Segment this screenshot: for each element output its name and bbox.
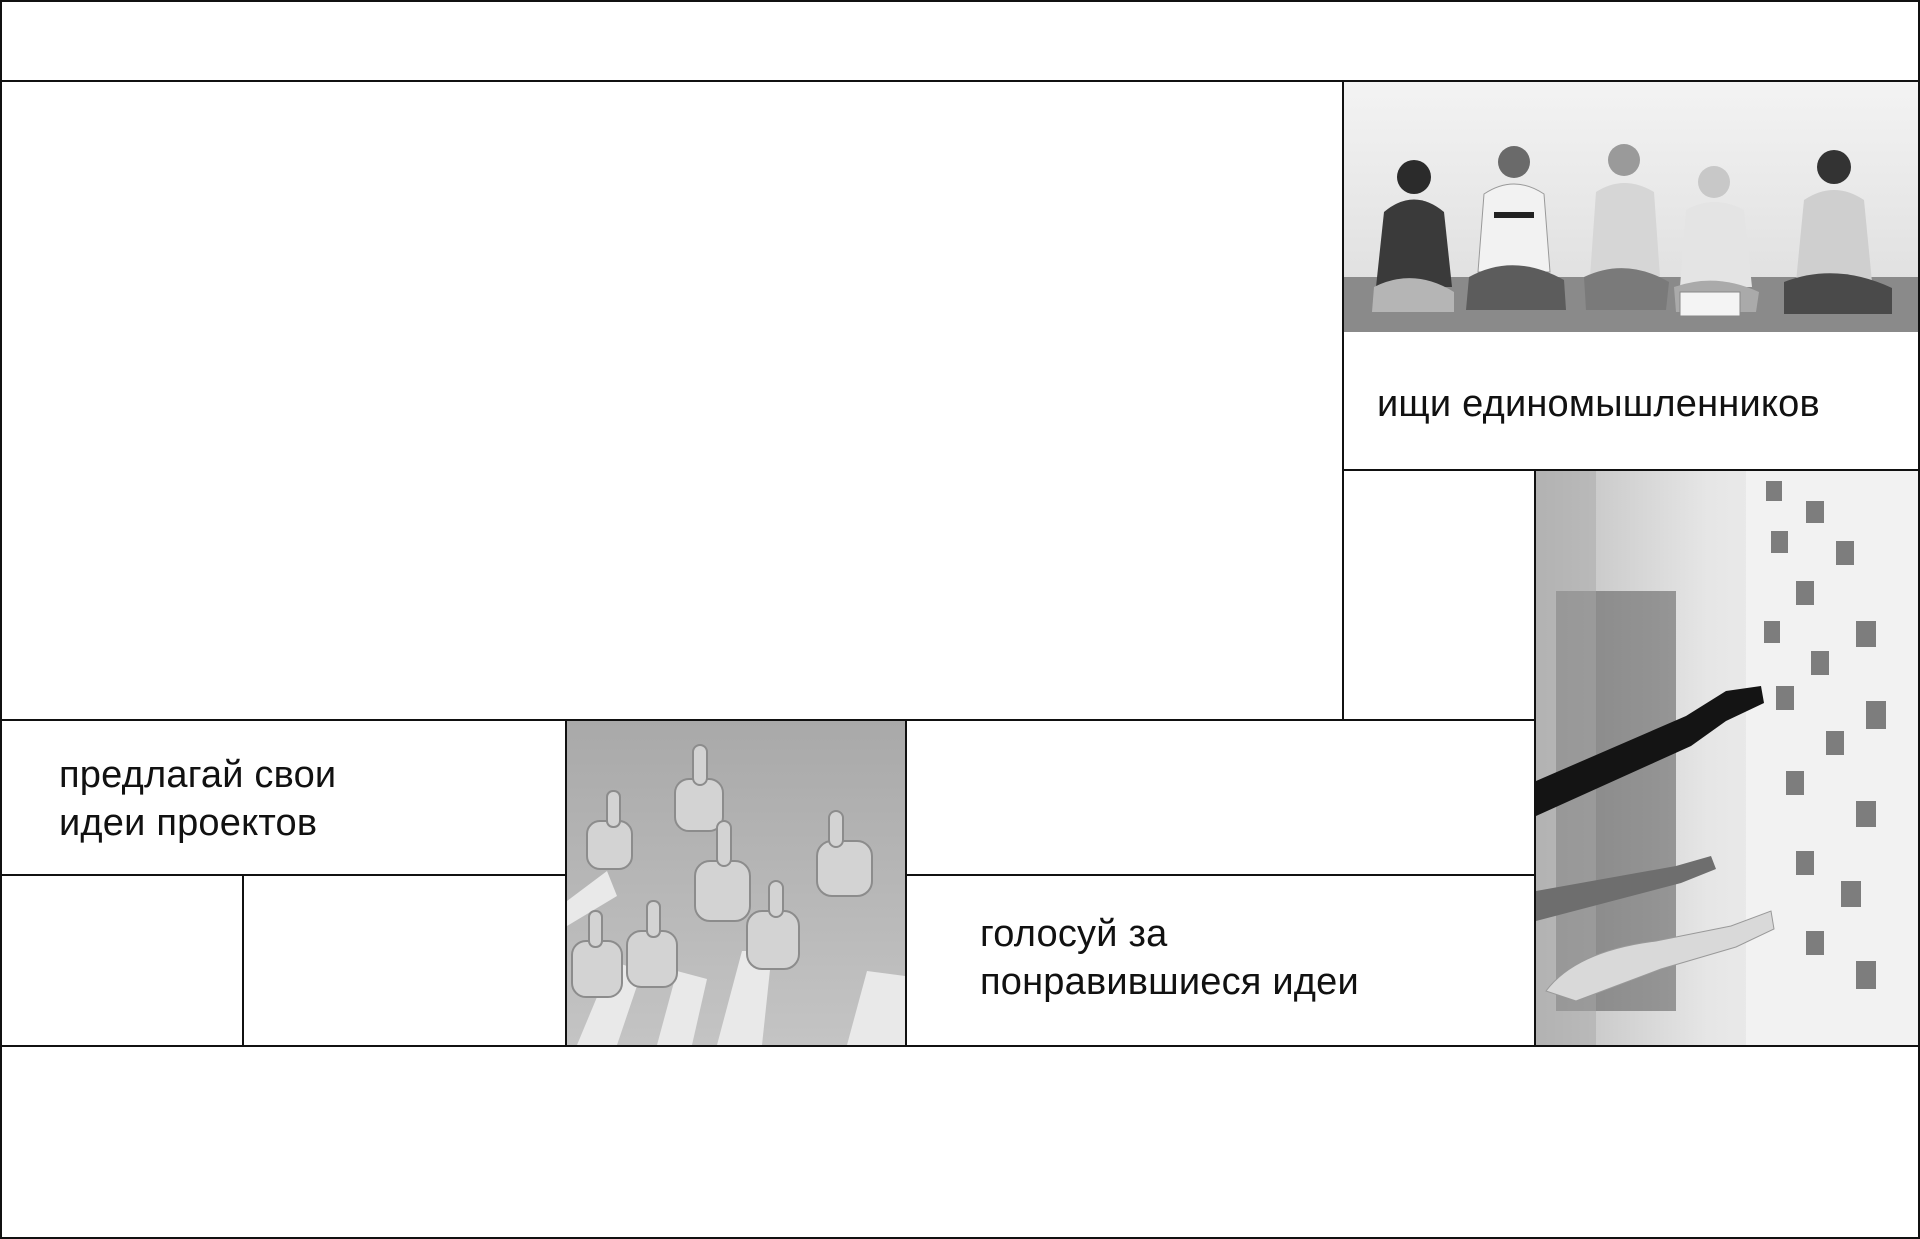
divider-small-cell (242, 874, 244, 1046)
divider-vote-top (905, 874, 1536, 876)
divider-propose-bottom (0, 874, 566, 876)
vote-ideas-label-line1: голосуй за (980, 913, 1168, 955)
group-photo (1344, 82, 1918, 332)
thumbs-up-photo (567, 721, 905, 1045)
frame-top-line (0, 0, 1920, 2)
vote-ideas-label-line2: понравившиеся идеи (980, 961, 1359, 1003)
divider-footer (0, 1045, 1920, 1047)
frame-left-line (0, 0, 2, 1239)
find-people-label: ищи единомышленников (1377, 383, 1820, 425)
propose-ideas-label-line1: предлагай свои (59, 754, 337, 796)
sticky-notes-photo (1536, 471, 1918, 1045)
propose-ideas-label-line2: идеи проектов (59, 802, 318, 844)
divider-thumbs-right (905, 719, 907, 1046)
feature-grid-canvas: ищи единомышленников предлагай свои идеи… (0, 0, 1920, 1239)
